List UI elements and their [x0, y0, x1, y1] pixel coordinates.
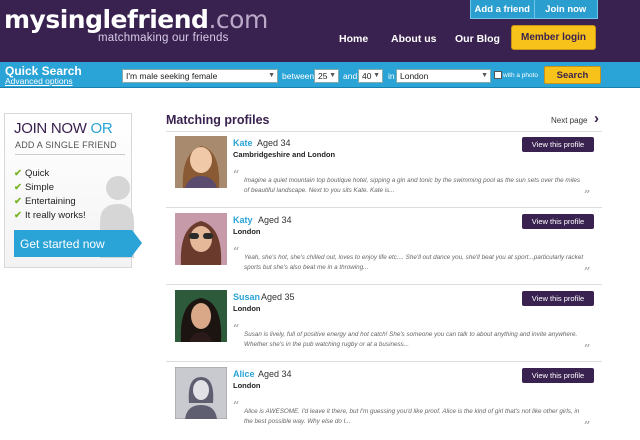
- chevron-right-icon[interactable]: ›: [594, 110, 599, 127]
- chevron-down-icon: ▼: [329, 72, 336, 79]
- between-label: between: [282, 71, 315, 81]
- profile-description: Imagine a quiet mountain top boutique ho…: [244, 177, 581, 194]
- open-quote-icon: “: [233, 245, 240, 258]
- site-logo[interactable]: mysinglefriend.com: [4, 6, 268, 34]
- profile-card: Kate Aged 34 Cambridgeshire and London V…: [166, 132, 602, 208]
- open-quote-icon: “: [233, 168, 240, 181]
- profile-card: Susan Aged 35 London View this profile “…: [166, 286, 602, 362]
- nav-home[interactable]: Home: [339, 33, 368, 45]
- profile-age: Aged 34: [257, 138, 291, 148]
- site-tagline: matchmaking our friends: [98, 32, 229, 44]
- with-photo-checkbox[interactable]: [494, 71, 502, 79]
- profile-age: Aged 35: [261, 292, 295, 302]
- profile-photo[interactable]: [175, 213, 227, 265]
- feature-item: ✔ Quick: [14, 168, 50, 179]
- close-quote-icon: ”: [584, 419, 591, 432]
- check-icon: ✔: [14, 182, 22, 193]
- close-quote-icon: ”: [584, 265, 591, 278]
- profile-age: Aged 34: [258, 369, 292, 379]
- search-button[interactable]: Search: [544, 66, 601, 84]
- profile-description: Alice is AWESOME. I'd leave it there, bu…: [244, 408, 580, 425]
- page-title: Matching profiles: [166, 113, 270, 127]
- check-icon: ✔: [14, 168, 22, 179]
- quick-search-bar: Quick Search Advanced options I'm male s…: [0, 62, 640, 88]
- profile-photo-placeholder[interactable]: [175, 367, 227, 419]
- view-profile-button[interactable]: View this profile: [522, 368, 594, 383]
- profile-location: London: [233, 304, 261, 313]
- feature-item: ✔ Simple: [14, 182, 55, 193]
- nav-our-blog[interactable]: Our Blog: [455, 33, 500, 45]
- chevron-down-icon: ▼: [481, 72, 488, 79]
- profile-name[interactable]: Kate: [233, 138, 253, 148]
- feature-item: ✔ It really works!: [14, 210, 86, 221]
- age-min-select[interactable]: 25 ▼: [314, 69, 339, 83]
- next-page-link[interactable]: Next page: [551, 116, 587, 125]
- and-label: and: [343, 71, 358, 81]
- profile-location: Cambridgeshire and London: [233, 150, 336, 159]
- profile-photo[interactable]: [175, 136, 227, 188]
- profile-description: Susan is lively, full of positive energy…: [244, 331, 578, 348]
- with-photo-label: with a photo: [503, 72, 539, 79]
- seeking-select[interactable]: I'm male seeking female ▼: [122, 69, 278, 83]
- view-profile-button[interactable]: View this profile: [522, 291, 594, 306]
- site-header: mysinglefriend.com matchmaking our frien…: [0, 0, 640, 62]
- get-started-button[interactable]: Get started now: [14, 230, 142, 257]
- add-a-friend-button[interactable]: Add a friend: [471, 0, 534, 18]
- profile-location: London: [233, 381, 261, 390]
- profile-name[interactable]: Katy: [233, 215, 253, 225]
- profile-location: London: [233, 227, 261, 236]
- profile-card: Katy Aged 34 London View this profile “ …: [166, 209, 602, 285]
- age-max-select[interactable]: 40 ▼: [358, 69, 383, 83]
- feature-item: ✔ Entertaining: [14, 196, 76, 207]
- in-label: in: [388, 71, 395, 81]
- member-login-button[interactable]: Member login: [511, 25, 596, 50]
- profile-name[interactable]: Susan: [233, 292, 260, 302]
- profile-name[interactable]: Alice: [233, 369, 255, 379]
- advanced-options-link[interactable]: Advanced options: [5, 77, 73, 86]
- profile-age: Aged 34: [258, 215, 292, 225]
- close-quote-icon: ”: [584, 342, 591, 355]
- check-icon: ✔: [14, 210, 22, 221]
- location-select[interactable]: London ▼: [396, 69, 491, 83]
- divider: [15, 154, 125, 155]
- join-now-heading[interactable]: JOIN NOW OR: [14, 120, 113, 137]
- open-quote-icon: “: [233, 322, 240, 335]
- chevron-down-icon: ▼: [373, 72, 380, 79]
- join-now-button[interactable]: Join now: [533, 0, 598, 18]
- profile-photo[interactable]: [175, 290, 227, 342]
- check-icon: ✔: [14, 196, 22, 207]
- profile-description: Yeah, she's hot, she's chilled out, love…: [244, 254, 584, 271]
- open-quote-icon: “: [233, 399, 240, 412]
- view-profile-button[interactable]: View this profile: [522, 137, 594, 152]
- close-quote-icon: ”: [584, 188, 591, 201]
- chevron-down-icon: ▼: [268, 72, 275, 79]
- nav-about-us[interactable]: About us: [391, 33, 437, 45]
- view-profile-button[interactable]: View this profile: [522, 214, 594, 229]
- top-account-buttons: Add a friend Join now: [470, 0, 598, 19]
- add-single-friend-heading[interactable]: ADD A SINGLE FRIEND: [15, 140, 117, 150]
- profile-card: Alice Aged 34 London View this profile “…: [166, 363, 602, 439]
